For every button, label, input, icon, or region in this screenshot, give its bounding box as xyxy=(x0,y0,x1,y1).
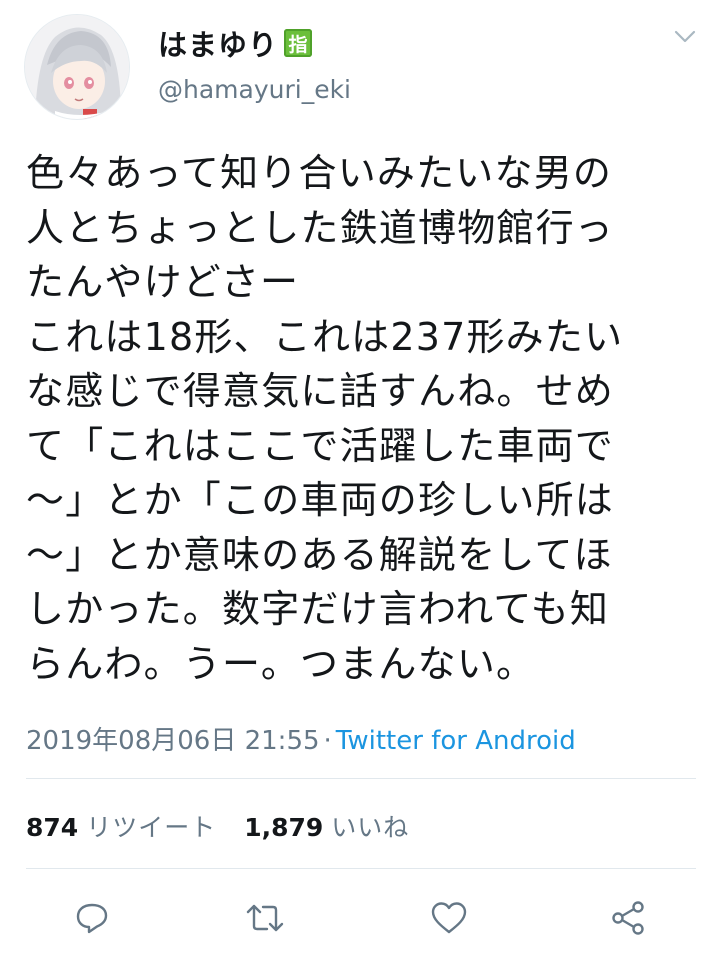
retweet-icon xyxy=(246,904,284,932)
divider xyxy=(26,778,696,779)
retweets-count: 874 xyxy=(26,813,79,842)
share-icon xyxy=(612,901,644,935)
tweet-text: 色々あって知り合いみたいな男の 人とちょっとした鉄道博物館行っ たんやけどさー … xyxy=(26,151,624,686)
tweet-timestamp[interactable]: 2019年08月06日 21:55 xyxy=(26,726,320,756)
reply-icon xyxy=(76,903,108,934)
avatar-image xyxy=(25,15,129,119)
display-name[interactable]: はまゆり xyxy=(158,22,278,64)
tweet-meta: 2019年08月06日 21:55 · Twitter for Android xyxy=(26,720,576,757)
badge-icon: 指 xyxy=(284,29,313,57)
likes-stat[interactable]: 1,879 いいね xyxy=(244,808,409,844)
retweet-button[interactable] xyxy=(245,898,285,938)
tweet-source-link[interactable]: Twitter for Android xyxy=(336,726,576,756)
reply-button[interactable] xyxy=(72,898,112,938)
like-icon xyxy=(431,902,467,934)
action-bar xyxy=(0,898,720,938)
meta-separator: · xyxy=(323,726,332,756)
likes-count: 1,879 xyxy=(244,813,324,842)
retweets-label: リツイート xyxy=(86,813,217,842)
avatar[interactable] xyxy=(24,14,130,120)
divider xyxy=(26,868,696,869)
chevron-down-icon[interactable] xyxy=(674,30,696,44)
likes-label: いいね xyxy=(331,813,410,842)
like-button[interactable] xyxy=(429,898,469,938)
retweets-stat[interactable]: 874 リツイート xyxy=(26,808,216,844)
user-name-row[interactable]: はまゆり 指 xyxy=(158,22,313,64)
user-handle[interactable]: @hamayuri_eki xyxy=(158,75,351,104)
share-button[interactable] xyxy=(608,898,648,938)
tweet-stats: 874 リツイート 1,879 いいね xyxy=(26,808,437,844)
